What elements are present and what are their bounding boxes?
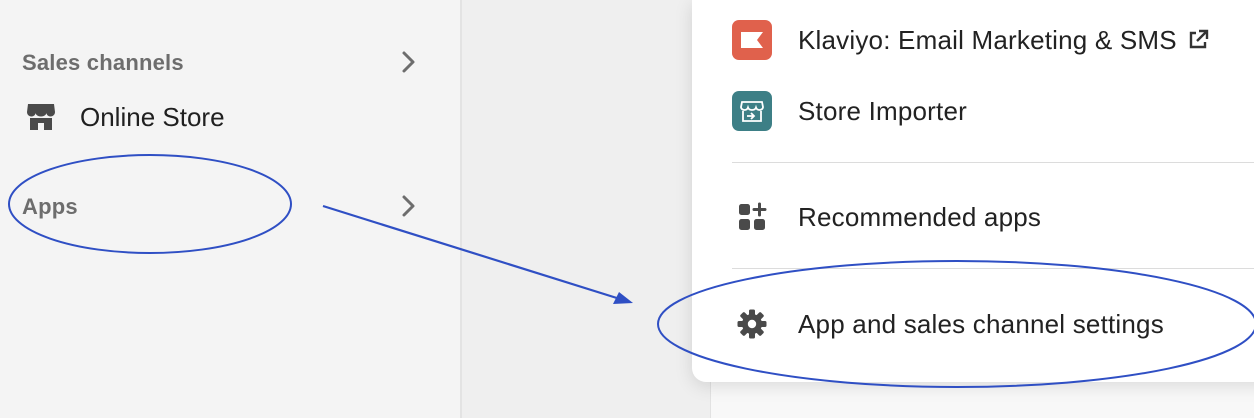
apps-heading[interactable]: Apps	[22, 194, 78, 220]
popover-divider	[732, 162, 1254, 163]
popover-item-label: App and sales channel settings	[798, 308, 1164, 339]
page-content-edge	[710, 380, 1254, 418]
popover-item-store-importer[interactable]: Store Importer	[732, 91, 967, 131]
popover-item-label: Recommended apps	[798, 201, 1042, 232]
chevron-right-icon[interactable]	[395, 48, 423, 76]
popover-item-klaviyo[interactable]: Klaviyo: Email Marketing & SMS	[732, 20, 1209, 60]
apps-popover: Klaviyo: Email Marketing & SMS Store Imp…	[692, 0, 1254, 382]
popover-divider	[732, 268, 1254, 269]
gear-icon	[732, 304, 772, 344]
popover-item-label: Store Importer	[798, 95, 967, 126]
external-link-icon	[1189, 29, 1208, 49]
sales-channels-heading[interactable]: Sales channels	[22, 50, 184, 76]
store-icon	[27, 104, 55, 130]
sidebar-item-online-store[interactable]: Online Store	[24, 100, 225, 134]
apps-grid-plus-icon	[732, 197, 772, 237]
chevron-right-icon[interactable]	[395, 192, 423, 220]
sidebar-item-label: Online Store	[80, 101, 225, 132]
popover-item-recommended-apps[interactable]: Recommended apps	[732, 197, 1041, 237]
klaviyo-flag-icon	[732, 20, 772, 60]
popover-item-label: Klaviyo: Email Marketing & SMS	[798, 24, 1177, 55]
store-importer-icon	[732, 91, 772, 131]
popover-item-app-settings[interactable]: App and sales channel settings	[732, 304, 1164, 344]
